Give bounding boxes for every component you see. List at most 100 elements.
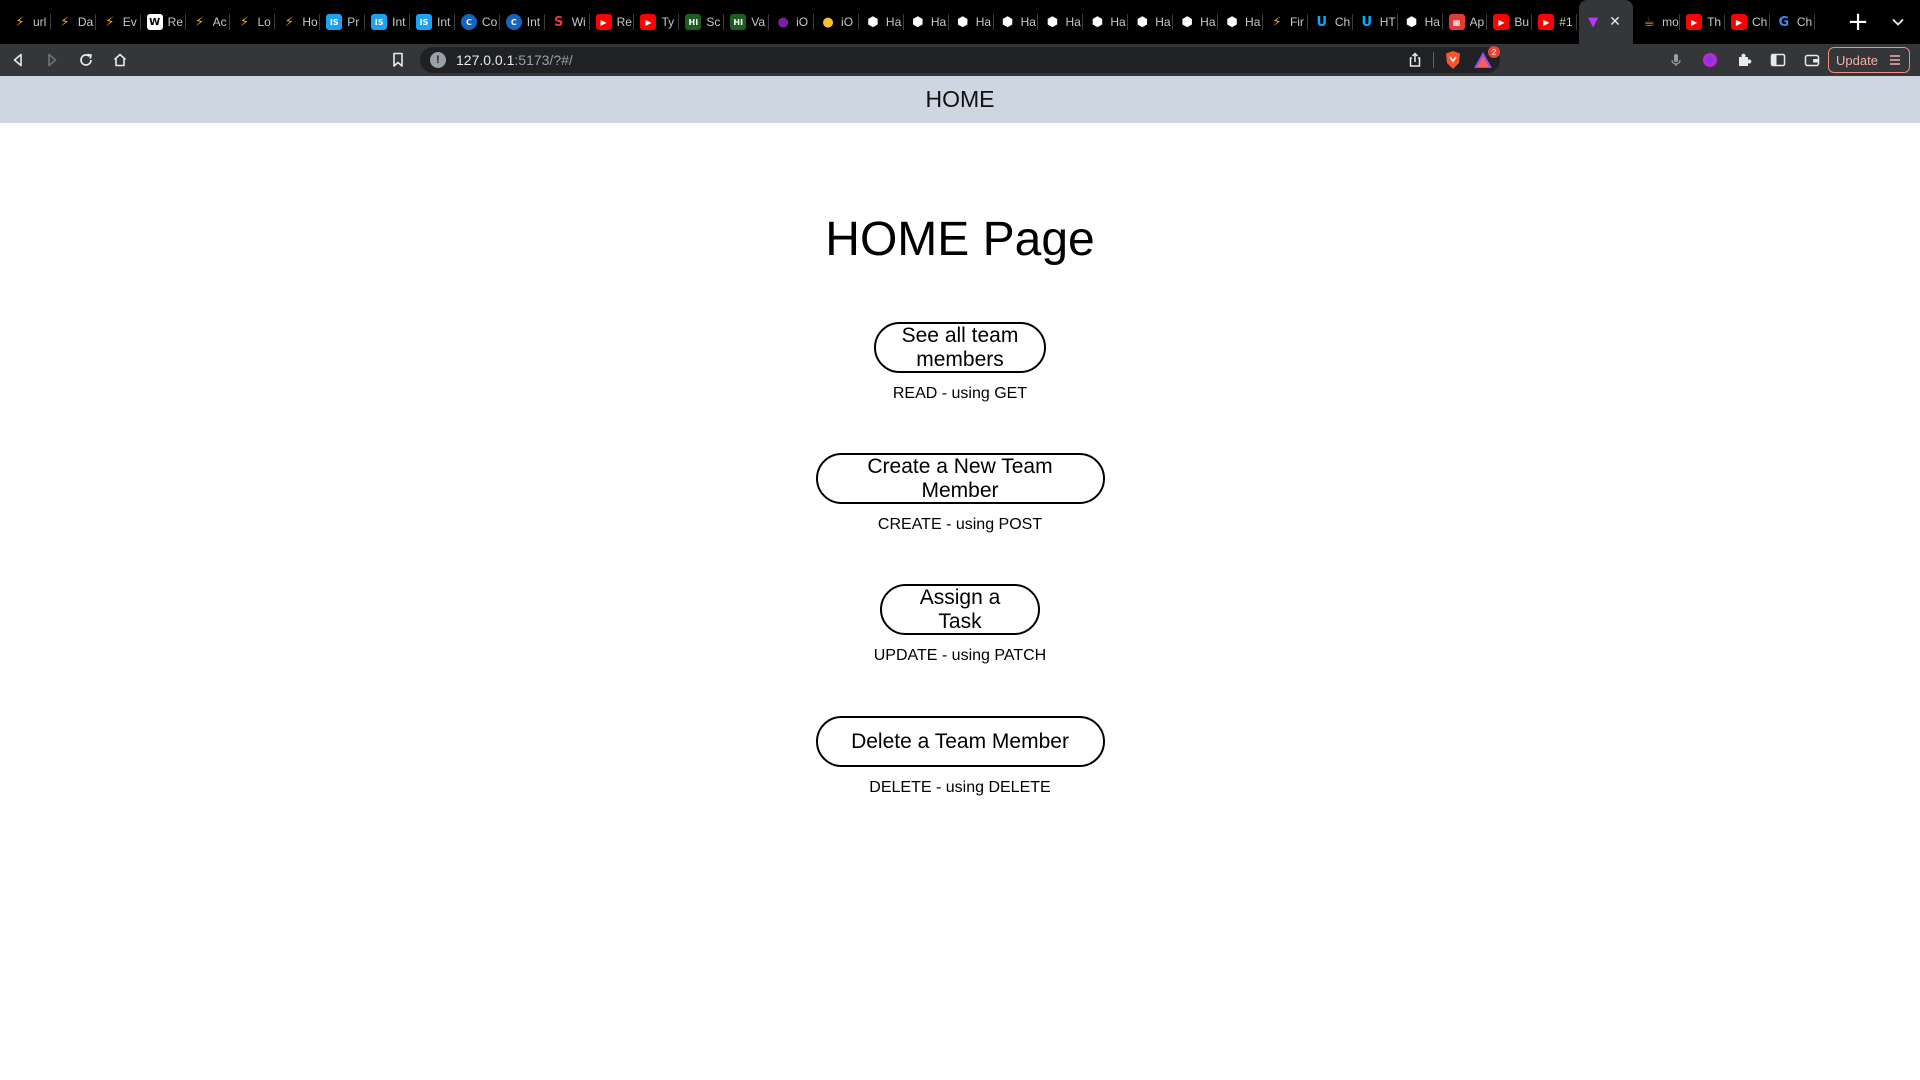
sidebar-button[interactable] bbox=[1770, 52, 1786, 68]
browser-tab[interactable]: ● iO bbox=[814, 0, 859, 44]
tab-title: Ap bbox=[1469, 15, 1485, 29]
browser-tab[interactable]: IS Int bbox=[410, 0, 455, 44]
delete-team-member-button[interactable]: Delete a Team Member bbox=[815, 716, 1105, 767]
browser-tab[interactable]: ▦ Ap bbox=[1443, 0, 1488, 44]
assign-task-button[interactable]: Assign a Task bbox=[880, 584, 1040, 635]
url-host: 127.0.0.1 bbox=[456, 52, 515, 68]
tab-title: Ha bbox=[885, 15, 902, 29]
extensions-button[interactable] bbox=[1736, 52, 1752, 68]
lightning-icon: ⚡ bbox=[15, 14, 25, 30]
browser-tab[interactable]: ⚡ Da bbox=[51, 0, 96, 44]
browser-tab[interactable]: ⚡ url bbox=[6, 0, 51, 44]
app-header-title[interactable]: HOME bbox=[926, 86, 995, 113]
browser-tab[interactable]: HI Sc bbox=[679, 0, 725, 44]
browser-tab[interactable]: ⚡ Ev bbox=[96, 0, 141, 44]
update-label: Update bbox=[1836, 52, 1878, 68]
browser-tab[interactable]: U HT bbox=[1353, 0, 1398, 44]
browser-tab[interactable]: ⚡ Ho bbox=[275, 0, 321, 44]
hex-icon: ⬢ bbox=[912, 14, 924, 30]
browser-tab[interactable]: ⬢ Ha bbox=[859, 0, 904, 44]
home-button[interactable] bbox=[104, 44, 136, 76]
tab-title: Da bbox=[77, 15, 94, 29]
tab-title: Bu bbox=[1514, 15, 1530, 29]
action-update: Assign a Task UPDATE - using PATCH bbox=[0, 584, 1920, 665]
bookmark-icon bbox=[393, 52, 403, 67]
browser-tab[interactable]: IS Pr bbox=[320, 0, 366, 44]
browser-tab[interactable]: ⬢ Ha bbox=[904, 0, 949, 44]
url-text[interactable]: 127.0.0.1:5173/?#/ bbox=[456, 52, 573, 68]
brave-rewards-button[interactable]: 2 bbox=[1472, 46, 1500, 70]
browser-tab[interactable]: ▼ ✕ bbox=[1579, 0, 1634, 44]
browser-tab[interactable]: W Re bbox=[141, 0, 186, 44]
browser-tab[interactable]: ⬢ Ha bbox=[1173, 0, 1218, 44]
close-tab-icon[interactable]: ✕ bbox=[1609, 14, 1621, 30]
browser-tab[interactable]: ⚡ Lo bbox=[230, 0, 276, 44]
browser-tab[interactable]: ⚡ Fir bbox=[1263, 0, 1308, 44]
share-icon[interactable] bbox=[1407, 52, 1423, 68]
extension-mic-button[interactable] bbox=[1668, 52, 1684, 68]
extension-purple-button[interactable] bbox=[1702, 52, 1718, 68]
browser-tab[interactable]: ▶ Ty bbox=[634, 0, 680, 44]
tab-title: Ha bbox=[975, 15, 992, 29]
back-button[interactable] bbox=[2, 44, 34, 76]
tab-title: Ch bbox=[1796, 15, 1813, 29]
browser-tab[interactable]: ⬢ Ha bbox=[994, 0, 1039, 44]
tab-list: ⚡ url ⚡ Da ⚡ Ev W Re ⚡ Ac ⚡ Lo ⚡ Ho IS Pr IS Int IS Int C Co C… bbox=[0, 0, 1834, 44]
site-info-icon[interactable]: ! bbox=[430, 52, 446, 68]
action-read: See all team members READ - using GET bbox=[0, 322, 1920, 403]
tab-title: Ha bbox=[1020, 15, 1036, 29]
browser-tab[interactable]: ⬢ Ha bbox=[1083, 0, 1129, 44]
action-caption: CREATE - using POST bbox=[877, 516, 1043, 533]
puzzle-icon bbox=[1739, 53, 1752, 66]
action-caption: UPDATE - using PATCH bbox=[873, 647, 1047, 664]
browser-tab[interactable]: ⬢ Ha bbox=[1038, 0, 1084, 44]
tab-title: Int bbox=[437, 15, 451, 29]
browser-tab-strip: ⚡ url ⚡ Da ⚡ Ev W Re ⚡ Ac ⚡ Lo ⚡ Ho IS Pr IS Int IS Int C Co C… bbox=[0, 0, 1920, 44]
browser-tab[interactable]: C Co bbox=[455, 0, 500, 44]
address-bar[interactable]: ! 127.0.0.1:5173/?#/ 2 bbox=[420, 46, 1500, 73]
browser-tab[interactable]: ▶ Re bbox=[590, 0, 635, 44]
forward-icon bbox=[48, 53, 57, 67]
new-tab-button[interactable]: + bbox=[1840, 4, 1876, 40]
browser-tab[interactable]: ⬢ Ha bbox=[949, 0, 994, 44]
browser-tab[interactable]: ▶ Bu bbox=[1487, 0, 1533, 44]
lightning-icon: ⚡ bbox=[60, 14, 70, 30]
hex-icon: ⬢ bbox=[1136, 14, 1148, 30]
toolbar-icons bbox=[1668, 44, 1820, 76]
see-all-team-members-button[interactable]: See all team members bbox=[874, 322, 1046, 373]
tab-title: Wi bbox=[571, 15, 586, 29]
browser-tab[interactable]: G Ch bbox=[1770, 0, 1815, 44]
tab-title: iO bbox=[796, 15, 809, 29]
browser-tab[interactable]: ▶ #1 bbox=[1532, 0, 1578, 44]
c-icon: C bbox=[460, 14, 477, 30]
browser-tab[interactable]: HI Va bbox=[724, 0, 770, 44]
tab-title: url bbox=[33, 15, 47, 29]
browser-tab[interactable]: ⬢ Ha bbox=[1398, 0, 1443, 44]
reload-button[interactable] bbox=[70, 44, 102, 76]
browser-tab[interactable]: ▶ Ch bbox=[1725, 0, 1770, 44]
browser-tab[interactable]: IS Int bbox=[365, 0, 410, 44]
create-team-member-button[interactable]: Create a New Team Member bbox=[815, 453, 1105, 504]
browser-tab[interactable]: S Wi bbox=[545, 0, 590, 44]
action-caption: READ - using GET bbox=[892, 385, 1028, 402]
browser-tab[interactable]: ☕ mo bbox=[1635, 0, 1680, 44]
browser-tab[interactable]: ▶ Th bbox=[1680, 0, 1725, 44]
tab-title: Ho bbox=[302, 15, 318, 29]
browser-tab[interactable]: U Ch bbox=[1308, 0, 1353, 44]
browser-tab[interactable]: ⚡ Ac bbox=[186, 0, 231, 44]
tab-title: Fir bbox=[1289, 15, 1304, 29]
browser-tab[interactable]: C Int bbox=[500, 0, 545, 44]
tab-search-button[interactable] bbox=[1876, 0, 1920, 44]
browser-tab[interactable]: ● iO bbox=[769, 0, 814, 44]
tab-title: iO bbox=[841, 15, 854, 29]
tab-title: Ha bbox=[1110, 15, 1126, 29]
bookmark-button[interactable] bbox=[386, 44, 410, 76]
brave-shield-icon[interactable] bbox=[1444, 50, 1462, 70]
vite-icon: ▼ bbox=[1588, 14, 1599, 30]
wallet-button[interactable] bbox=[1804, 52, 1820, 68]
browser-tab[interactable]: ⬢ Ha bbox=[1218, 0, 1263, 44]
browser-tab[interactable]: ⬢ Ha bbox=[1128, 0, 1174, 44]
menu-icon bbox=[1890, 55, 1900, 65]
update-button[interactable]: Update bbox=[1828, 47, 1910, 73]
forward-button[interactable] bbox=[36, 44, 68, 76]
